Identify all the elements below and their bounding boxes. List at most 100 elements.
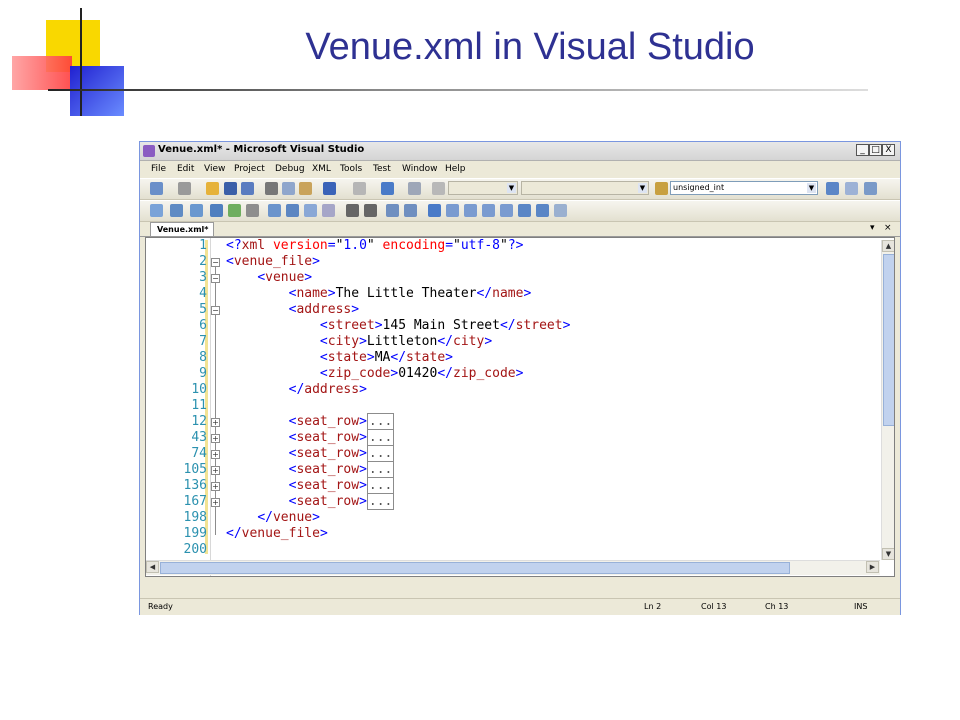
code-line-3: <venue>	[257, 270, 313, 285]
tab-dropdown-icon[interactable]: ▾	[870, 223, 875, 233]
previous-bookmark-folder-icon[interactable]	[482, 204, 495, 217]
slide-title: Venue.xml in Visual Studio	[305, 26, 755, 68]
debug-xslt-icon[interactable]	[190, 204, 203, 217]
save-all-icon[interactable]	[241, 182, 254, 195]
collapsed-region[interactable]: ...	[366, 477, 395, 494]
previous-bookmark-icon[interactable]	[446, 204, 459, 217]
scroll-down-icon[interactable]: ▼	[882, 548, 894, 560]
vertical-scrollbar[interactable]: ▲ ▼	[881, 240, 894, 560]
add-item-icon[interactable]	[178, 182, 191, 195]
line-number: 43	[191, 430, 207, 445]
menu-help[interactable]: Help	[445, 164, 466, 174]
redo-icon[interactable]	[353, 182, 366, 195]
collapsed-region[interactable]: ...	[366, 429, 395, 446]
comment-icon[interactable]	[386, 204, 399, 217]
parameter-info-icon[interactable]	[286, 204, 299, 217]
next-bookmark-icon[interactable]	[464, 204, 477, 217]
display-member-list-icon[interactable]	[268, 204, 281, 217]
undo-icon[interactable]	[323, 182, 336, 195]
expand-icon[interactable]: +	[211, 434, 220, 443]
tab-venue-xml[interactable]: Venue.xml*	[150, 222, 214, 236]
properties-icon[interactable]	[845, 182, 858, 195]
expand-icon[interactable]: +	[211, 482, 220, 491]
code-line-8: <state>MA</state>	[319, 350, 453, 365]
expand-icon[interactable]: +	[211, 450, 220, 459]
code-line-5: <address>	[288, 302, 360, 317]
code-editor[interactable]: 1 2 3 4 5 6 7 8 9 10 11 12 43 74 105 136…	[145, 237, 895, 577]
menu-debug[interactable]: Debug	[275, 164, 305, 174]
line-number: 7	[199, 334, 207, 349]
solution-platform-combo[interactable]: ▼	[521, 181, 649, 195]
menu-tools[interactable]: Tools	[340, 164, 362, 174]
run-icon[interactable]	[228, 204, 241, 217]
close-button[interactable]: X	[882, 144, 895, 156]
uncomment-icon[interactable]	[404, 204, 417, 217]
find-combo[interactable]: unsigned_int ▼	[670, 181, 818, 195]
paste-icon[interactable]	[299, 182, 312, 195]
previous-bookmark-document-icon[interactable]	[518, 204, 531, 217]
find-in-files-icon[interactable]	[655, 182, 668, 195]
copy-icon[interactable]	[282, 182, 295, 195]
collapse-icon[interactable]: −	[211, 306, 220, 315]
menu-edit[interactable]: Edit	[177, 164, 194, 174]
settings-icon[interactable]	[246, 204, 259, 217]
decor-vertical-line	[80, 8, 82, 116]
scroll-left-icon[interactable]: ◀	[146, 561, 159, 573]
menu-window[interactable]: Window	[402, 164, 438, 174]
window-titlebar[interactable]: Venue.xml* - Microsoft Visual Studio _ □…	[140, 142, 900, 161]
next-bookmark-folder-icon[interactable]	[500, 204, 513, 217]
status-insert-mode: INS	[854, 602, 868, 611]
collapsed-region[interactable]: ...	[366, 445, 395, 462]
collapse-icon[interactable]: −	[211, 274, 220, 283]
menu-xml[interactable]: XML	[312, 164, 331, 174]
save-icon[interactable]	[224, 182, 237, 195]
schemas-icon[interactable]	[210, 204, 223, 217]
increase-indent-icon[interactable]	[364, 204, 377, 217]
navigate-backward-icon[interactable]	[381, 182, 394, 195]
code-line-1: <?xml version="1.0" encoding="utf-8"?>	[226, 238, 524, 253]
new-project-icon[interactable]	[150, 182, 163, 195]
complete-word-icon[interactable]	[322, 204, 335, 217]
status-column: Col 13	[701, 602, 727, 611]
next-bookmark-document-icon[interactable]	[536, 204, 549, 217]
code-line-4: <name>The Little Theater</name>	[288, 286, 532, 301]
clear-bookmarks-icon[interactable]	[554, 204, 567, 217]
navigate-forward-icon[interactable]	[408, 182, 421, 195]
line-number: 1	[199, 238, 207, 253]
menu-file[interactable]: File	[151, 164, 166, 174]
open-file-icon[interactable]	[206, 182, 219, 195]
chevron-down-icon: ▼	[638, 183, 647, 193]
tab-close-icon[interactable]: ×	[884, 223, 892, 233]
line-number: 6	[199, 318, 207, 333]
encoding-value: utf-8	[460, 238, 500, 253]
show-xslt-output-icon[interactable]	[170, 204, 183, 217]
bookmark-icon[interactable]	[428, 204, 441, 217]
minimize-button[interactable]: _	[856, 144, 869, 156]
vertical-scroll-thumb[interactable]	[883, 254, 894, 426]
menu-project[interactable]: Project	[234, 164, 265, 174]
toolbox-icon[interactable]	[864, 182, 877, 195]
expand-icon[interactable]: +	[211, 466, 220, 475]
start-debugging-icon[interactable]	[432, 182, 445, 195]
create-schema-icon[interactable]	[150, 204, 163, 217]
horizontal-scroll-thumb[interactable]	[160, 562, 790, 574]
menu-test[interactable]: Test	[373, 164, 391, 174]
decrease-indent-icon[interactable]	[346, 204, 359, 217]
horizontal-scrollbar[interactable]: ◀ ▶	[146, 560, 880, 575]
cut-icon[interactable]	[265, 182, 278, 195]
line-number: 2	[199, 254, 207, 269]
collapse-icon[interactable]: −	[211, 258, 220, 267]
expand-icon[interactable]: +	[211, 418, 220, 427]
menu-view[interactable]: View	[204, 164, 225, 174]
collapsed-region[interactable]: ...	[366, 413, 395, 430]
scroll-up-icon[interactable]: ▲	[882, 240, 894, 252]
solution-configuration-combo[interactable]: ▼	[448, 181, 518, 195]
maximize-button[interactable]: □	[869, 144, 882, 156]
xml-editor-toolbar	[140, 200, 900, 222]
quick-info-icon[interactable]	[304, 204, 317, 217]
expand-icon[interactable]: +	[211, 498, 220, 507]
solution-explorer-icon[interactable]	[826, 182, 839, 195]
collapsed-region[interactable]: ...	[366, 461, 395, 478]
collapsed-region[interactable]: ...	[366, 493, 395, 510]
scroll-right-icon[interactable]: ▶	[866, 561, 879, 573]
